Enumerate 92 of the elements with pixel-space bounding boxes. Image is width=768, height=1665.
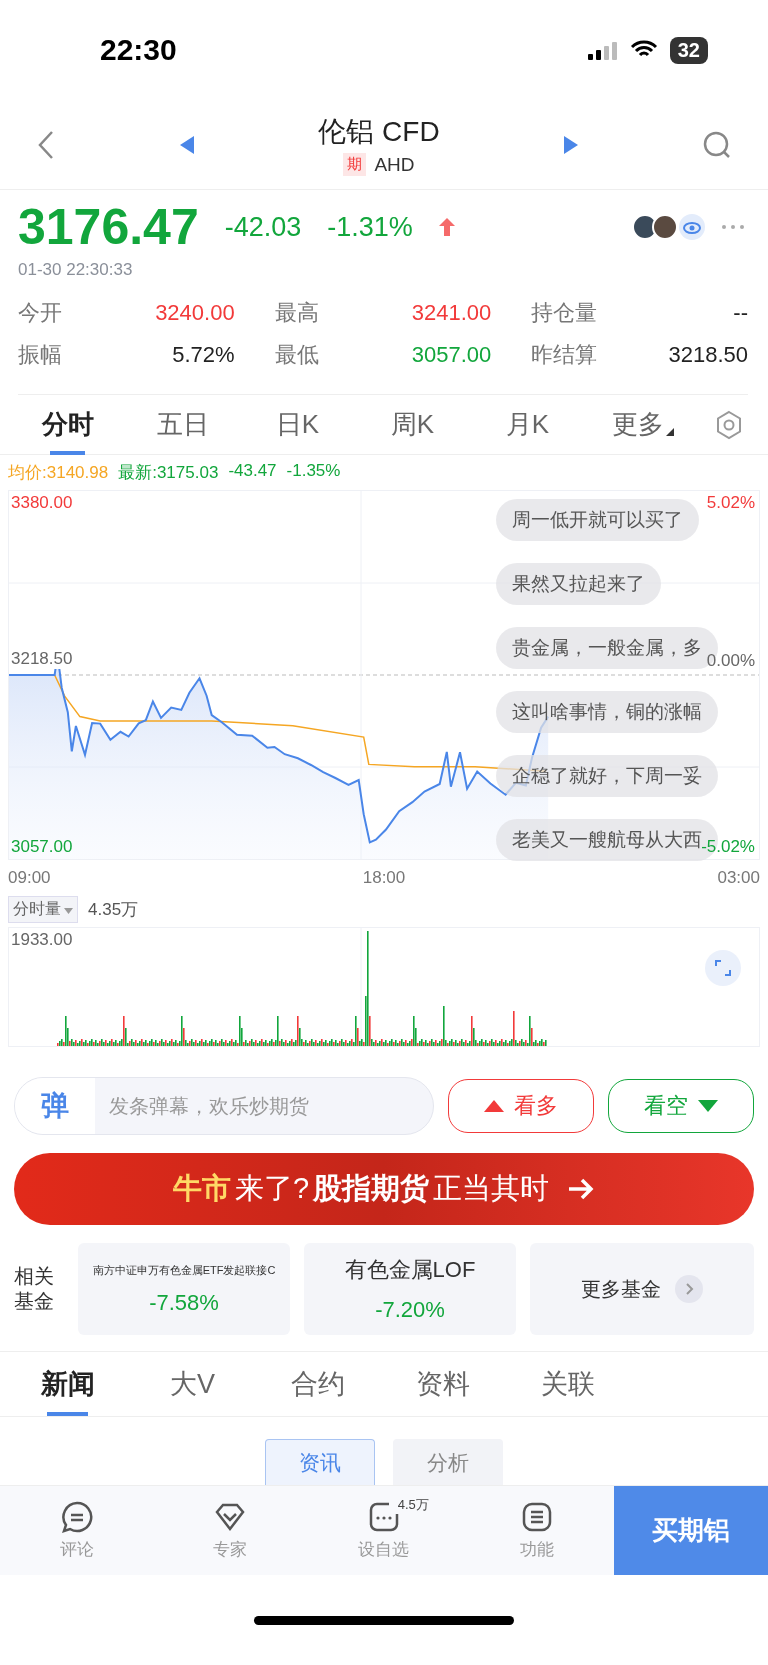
bullish-button[interactable]: 看多 [448, 1079, 594, 1133]
nav-item[interactable]: 4.5万 设自选 [307, 1486, 461, 1575]
sub-tab[interactable]: 分析 [393, 1439, 503, 1485]
stat-label: 最高 [274, 299, 319, 327]
previous-icon[interactable] [180, 135, 195, 154]
banner-text: 来了? [234, 1171, 310, 1206]
fund-name: 有色金属LOF [344, 1256, 476, 1284]
news-tab[interactable]: 关联 [510, 1352, 625, 1416]
caret-icon [64, 908, 73, 914]
fund-name: 南方中证申万有色金属ETF发起联接C [92, 1262, 276, 1278]
chart-tab[interactable]: 五日 [125, 394, 240, 455]
news-tab[interactable]: 资料 [385, 1352, 500, 1416]
news-tab[interactable]: 大V [135, 1352, 250, 1416]
chart-legend-value: -1.35% [286, 461, 341, 482]
instrument-title: 伦铝 CFD [318, 115, 440, 149]
axis-label: -5.02% [701, 837, 755, 857]
axis-label: 3380.00 [11, 493, 73, 513]
next-icon[interactable] [563, 135, 578, 154]
chart-tab[interactable]: 日K [240, 394, 355, 455]
comment-bubble: 这叫啥事情，铜的涨幅 [496, 691, 718, 733]
chart-legend-value: -43.47 [228, 461, 277, 482]
eye-icon[interactable] [678, 213, 706, 241]
stat-label: 持仓量 [531, 299, 598, 327]
comment-bubble: 周一低开就可以买了 [496, 499, 699, 541]
axis-label: 3057.00 [11, 837, 73, 857]
stat-value: 3057.00 [411, 342, 492, 368]
time-label: 09:00 [8, 868, 51, 888]
stat-label: 最低 [274, 341, 319, 369]
chart-legend-value: 均价:3140.98 [8, 462, 109, 484]
axis-label: 5.02% [706, 493, 755, 513]
news-tab[interactable]: 合约 [260, 1352, 375, 1416]
axis-label: 0.00% [706, 651, 755, 671]
dropdown-icon [665, 427, 674, 436]
bearish-button[interactable]: 看空 [608, 1079, 754, 1133]
banner-text: 牛市 [172, 1171, 231, 1206]
chart-tab[interactable]: 更多 [585, 394, 700, 455]
chart-tab[interactable]: 分时 [10, 394, 125, 455]
stat-value: 5.72% [172, 342, 235, 368]
axis-label: 3218.50 [11, 649, 73, 669]
last-price: 3176.47 [18, 198, 199, 256]
stat-value: -- [733, 300, 748, 326]
volume-selector[interactable]: 分时量 [8, 896, 78, 923]
chart-legend-value: 最新:3175.03 [118, 462, 219, 484]
expand-button[interactable] [705, 950, 741, 986]
danmaku-input[interactable]: 发条弹幕，欢乐炒期货 [95, 1078, 433, 1134]
price-change-percent: -1.31% [327, 211, 413, 243]
banner-text: 股指期货 [313, 1171, 430, 1206]
buy-button[interactable]: 买期铝 [614, 1486, 768, 1575]
settings-icon[interactable] [714, 409, 744, 440]
futures-badge: 期 [343, 153, 367, 176]
fund-card[interactable]: 有色金属LOF -7.20% [304, 1243, 516, 1335]
count-label: 4.5万 [397, 1496, 429, 1514]
stat-value: 3240.00 [155, 300, 235, 326]
chevron-right-icon [675, 1275, 703, 1303]
danmaku-field[interactable]: 弹 发条弹幕，欢乐炒期货 [14, 1077, 434, 1135]
related-funds-label: 相关基金 [14, 1264, 55, 1314]
price-change: -42.03 [224, 211, 302, 243]
axis-label: 1933.00 [11, 930, 73, 950]
search-icon[interactable] [701, 129, 732, 160]
arrow-right-icon [567, 1178, 596, 1200]
stat-label: 今开 [18, 299, 62, 327]
up-arrow-icon [438, 218, 455, 236]
down-triangle-icon [698, 1100, 718, 1112]
quote-time: 01-30 22:30:33 [18, 260, 134, 280]
time-label: 03:00 [717, 868, 760, 888]
expand-icon [715, 960, 731, 976]
fund-change: -7.58% [149, 1289, 219, 1316]
chat-bubble-icon [59, 1500, 94, 1534]
instrument-code: AHD [374, 153, 415, 176]
comment-bubble: 企稳了就好，下周一妥 [496, 755, 718, 797]
stat-label: 昨结算 [531, 341, 598, 369]
chart-tab[interactable]: 周K [355, 394, 470, 455]
more-funds-button[interactable]: 更多基金 [530, 1243, 754, 1335]
fund-card[interactable]: 南方中证申万有色金属ETF发起联接C -7.58% [78, 1243, 290, 1335]
status-time: 22:30 [100, 33, 177, 67]
avatar[interactable] [652, 214, 678, 240]
battery-level: 32 [669, 36, 708, 64]
stat-value: 3241.00 [411, 300, 492, 326]
fund-change: -7.20% [375, 1297, 445, 1323]
volume-total: 4.35万 [88, 899, 139, 921]
chart-tab[interactable]: 月K [470, 394, 585, 455]
signal-icon [587, 40, 618, 60]
news-tab[interactable]: 新闻 [10, 1352, 125, 1416]
comment-bubble: 果然又拉起来了 [496, 563, 661, 605]
sub-tab[interactable]: 资讯 [265, 1439, 375, 1485]
stat-label: 振幅 [18, 341, 62, 369]
promo-banner[interactable]: 牛市来了?股指期货正当其时 [14, 1153, 754, 1225]
up-triangle-icon [484, 1100, 504, 1112]
stat-value: 3218.50 [668, 342, 748, 368]
banner-text: 正当其时 [433, 1171, 550, 1206]
time-label: 18:00 [362, 868, 406, 888]
danmaku-badge: 弹 [15, 1078, 95, 1134]
